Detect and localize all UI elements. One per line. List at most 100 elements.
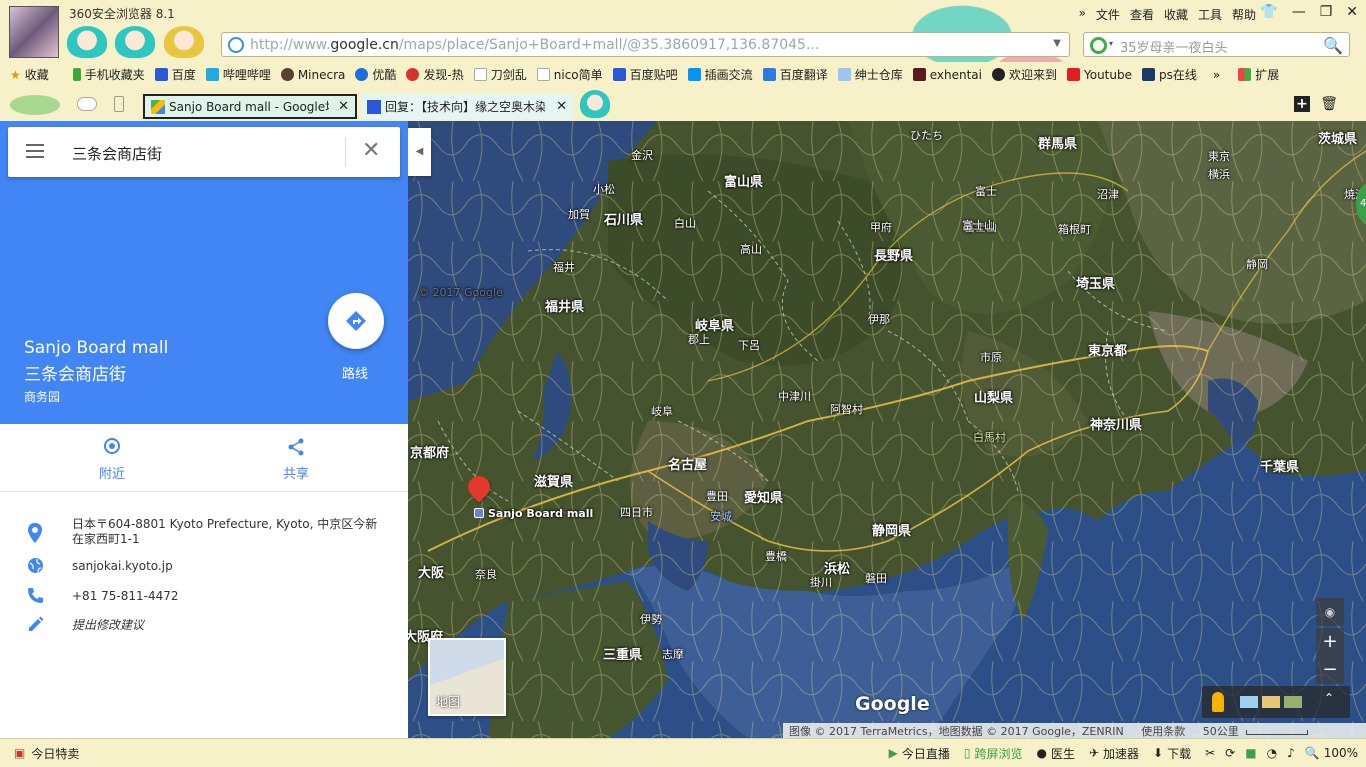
layer-thumb-icon[interactable] [1284, 696, 1302, 708]
menu-view[interactable]: 查看 [1130, 6, 1154, 23]
nearby-button[interactable]: 附近 [82, 437, 142, 482]
map-canvas[interactable]: 群馬県 茨城県 金沢 ひたち 富山県 小松 加賀 石川県 白山 甲府 富士山 高… [408, 121, 1366, 738]
collapse-panel-icon[interactable]: ◀ [408, 128, 431, 176]
accelerator-link[interactable]: 加速器 [1103, 745, 1139, 762]
chevron-down-icon[interactable]: ▾ [1109, 39, 1113, 48]
bookmark-steam[interactable]: 欢迎来到 [991, 66, 1057, 83]
address-text[interactable]: 日本〒604-8801 Kyoto Prefecture, Kyoto, 中京区… [72, 517, 382, 547]
skin-icon[interactable]: 👕 [1260, 4, 1277, 20]
cross-screen-icon[interactable]: ▯ [964, 746, 971, 760]
directions-label[interactable]: 路线 [342, 363, 368, 382]
cloud-icon[interactable] [77, 97, 97, 111]
menu-more-icon[interactable]: » [1079, 6, 1086, 23]
accelerator-icon[interactable]: ✈ [1089, 746, 1099, 760]
add-icon[interactable]: + [1294, 96, 1310, 112]
minimize-icon[interactable]: — [1292, 4, 1306, 20]
live-icon[interactable]: ▶ [889, 746, 898, 760]
layer-thumb-icon[interactable] [1240, 696, 1258, 708]
search-box[interactable]: 三条会商店街 ✕ [8, 127, 400, 177]
bookmarks-more-icon[interactable]: » [1213, 68, 1220, 82]
expand-icon[interactable]: ⌃ [1324, 691, 1334, 705]
refresh-icon[interactable]: ⟳ [1225, 746, 1235, 760]
close-icon[interactable]: ✕ [362, 138, 380, 163]
search-icon[interactable]: 🔍 [1323, 36, 1343, 55]
map-type-toggle[interactable]: 地图 [428, 638, 506, 716]
bookmark-mobile[interactable]: 手机收藏夹 [72, 66, 145, 83]
search-box[interactable]: ▾ 35岁母亲一夜白头 🔍 [1083, 32, 1350, 57]
zoom-in-icon[interactable]: + [1316, 628, 1344, 656]
close-icon[interactable]: ✕ [1346, 4, 1358, 20]
site-info-icon[interactable] [228, 37, 244, 53]
zoom-icon[interactable]: 🔍 [1305, 746, 1320, 760]
tab-google-maps[interactable]: Sanjo Board mall - Google地图 ✕ [143, 94, 357, 119]
browser-avatar[interactable] [9, 6, 59, 58]
search-input[interactable]: 35岁母亲一夜白头 [1120, 37, 1228, 56]
chevron-down-icon[interactable]: ▼ [1053, 38, 1061, 49]
bookmark-nico[interactable]: nico简单 [536, 66, 603, 83]
share-button[interactable]: 共享 [266, 437, 326, 482]
bookmark-exhentai[interactable]: exhentai [912, 68, 982, 82]
bookmark-baidu[interactable]: 百度 [154, 66, 196, 83]
menu-favorites[interactable]: 收藏 [1164, 6, 1188, 23]
phone-icon[interactable] [114, 96, 124, 112]
pegman-icon[interactable] [1212, 692, 1224, 712]
menu-file[interactable]: 文件 [1096, 6, 1120, 23]
map-label: 大阪 [418, 566, 445, 581]
bookmark-pixiv[interactable]: 插画交流 [687, 66, 753, 83]
place-category[interactable]: 商务园 [24, 388, 60, 405]
trash-icon[interactable]: 🗑 [1320, 96, 1338, 112]
bookmark-minecraft[interactable]: Minecra [280, 68, 345, 82]
menu-icon[interactable] [26, 144, 44, 158]
bookmark-tieba[interactable]: 百度贴吧 [612, 66, 678, 83]
daily-deals-link[interactable]: 今日特卖 [31, 745, 79, 762]
search-input[interactable]: 三条会商店街 [72, 143, 162, 164]
title-bar: 360安全浏览器 8.1 » 文件 查看 收藏 工具 帮助 👕 — ❐ ✕ ht… [0, 0, 1366, 120]
bookmark-ps[interactable]: ps在线 [1142, 66, 1197, 83]
search-engine-icon[interactable] [1090, 37, 1107, 54]
zoom-out-icon[interactable]: − [1316, 656, 1344, 684]
doctor-icon[interactable]: ● [1036, 746, 1046, 760]
url-field[interactable]: http://www.google.cn/maps/place/Sanjo+Bo… [250, 37, 1010, 53]
website-link[interactable]: sanjokai.kyoto.jp [72, 559, 173, 574]
new-tab-mascot-icon[interactable] [580, 90, 610, 118]
phone-number[interactable]: +81 75-811-4472 [72, 589, 179, 604]
address-bar[interactable]: http://www.google.cn/maps/place/Sanjo+Bo… [221, 32, 1070, 57]
map-watermark: © 2017 Google [418, 286, 503, 299]
marker-label[interactable]: Sanjo Board mall [488, 507, 593, 520]
tab-tieba[interactable]: 回复：【技术向】缘之空奥木染 ✕ [361, 94, 573, 119]
doctor-link[interactable]: 医生 [1051, 745, 1075, 762]
cross-screen-link[interactable]: 跨屏浏览 [974, 745, 1022, 762]
volume-icon[interactable]: ♪ [1287, 746, 1295, 760]
suggest-edit-link[interactable]: 提出修改建议 [72, 618, 144, 633]
bookmark-warehouse[interactable]: 绅士仓库 [837, 66, 903, 83]
tab-label: 回复：【技术向】缘之空奥木染 [385, 100, 545, 114]
scale-label[interactable]: 50公里 [1203, 725, 1239, 738]
bookmark-weibo[interactable]: 发现-热 [406, 66, 464, 83]
menu-help[interactable]: 帮助 [1232, 6, 1256, 23]
layer-thumb-icon[interactable] [1262, 696, 1280, 708]
directions-button[interactable] [328, 293, 384, 349]
terms-link[interactable]: 使用条款 [1141, 725, 1185, 738]
clean-icon[interactable]: ◔ [1267, 746, 1277, 760]
my-location-icon[interactable]: ◉ [1316, 598, 1344, 626]
live-link[interactable]: 今日直播 [902, 745, 950, 762]
download-icon[interactable]: ⬇ [1153, 746, 1163, 760]
menu-tools[interactable]: 工具 [1198, 6, 1222, 23]
maximize-icon[interactable]: ❐ [1320, 4, 1333, 20]
zoom-level[interactable]: 100% [1324, 746, 1358, 760]
screen-icon[interactable]: ■ [1245, 746, 1256, 760]
cut-icon[interactable]: ✂ [1205, 746, 1215, 760]
download-link[interactable]: 下载 [1167, 745, 1191, 762]
bookmark-favorites[interactable]: ★ 收藏 [10, 66, 49, 83]
turtle-icon[interactable] [10, 95, 60, 115]
map-label: 石川県 [604, 213, 644, 228]
bookmark-translate[interactable]: 百度翻译 [762, 66, 828, 83]
bookmark-youtube[interactable]: Youtube [1067, 68, 1132, 82]
gift-icon[interactable]: ▣ [14, 746, 25, 760]
bookmark-bilibili[interactable]: 哔哩哔哩 [205, 66, 271, 83]
close-tab-icon[interactable]: ✕ [552, 99, 567, 114]
bookmark-touken[interactable]: 刀剑乱 [473, 66, 527, 83]
bookmark-youku[interactable]: 优酷 [355, 66, 396, 83]
close-tab-icon[interactable]: ✕ [334, 99, 349, 114]
bookmark-extensions[interactable]: 扩展 [1238, 66, 1279, 83]
